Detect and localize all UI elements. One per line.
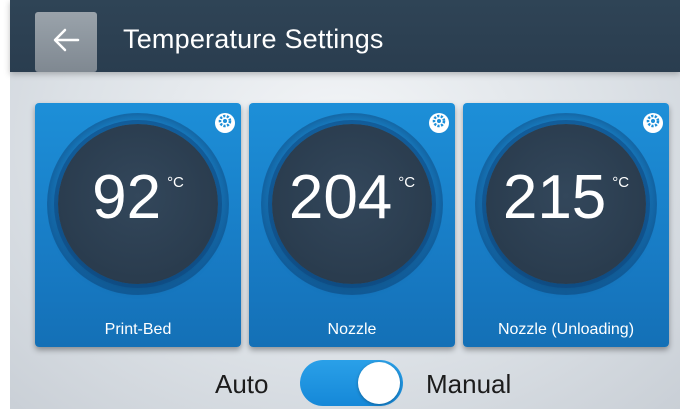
page-title: Temperature Settings xyxy=(123,24,384,54)
mode-toggle-row: Auto Manual xyxy=(0,358,680,406)
temperature-unit: °C xyxy=(612,174,630,191)
auto-manual-toggle[interactable] xyxy=(300,360,403,406)
settings-button[interactable] xyxy=(215,113,235,133)
left-frame-edge xyxy=(0,0,10,409)
temperature-value: 215 xyxy=(502,163,607,232)
gear-icon xyxy=(646,114,660,133)
card-label: Print-Bed xyxy=(104,321,172,338)
nozzle-unloading-temperature-card[interactable]: 215 °C Nozzle (Unloading) xyxy=(463,103,669,347)
auto-label: Auto xyxy=(215,369,269,399)
card-label: Nozzle (Unloading) xyxy=(497,321,635,338)
gear-icon xyxy=(432,114,446,133)
card-label: Nozzle xyxy=(327,321,377,338)
temperature-value: 92 xyxy=(92,163,162,232)
app-header: Temperature Settings xyxy=(10,0,680,72)
temperature-unit: °C xyxy=(167,174,184,191)
manual-label: Manual xyxy=(426,369,512,399)
temperature-readout: 204 °C xyxy=(249,163,455,233)
nozzle-temperature-card[interactable]: 204 °C Nozzle xyxy=(249,103,455,347)
print-bed-temperature-card[interactable]: 92 °C Print-Bed xyxy=(35,103,241,347)
gear-icon xyxy=(218,114,232,133)
temperature-readout: 215 °C xyxy=(463,163,669,233)
arrow-left-icon xyxy=(52,28,80,57)
temperature-unit: °C xyxy=(398,174,416,191)
temperature-readout: 92 °C xyxy=(35,163,241,233)
back-button[interactable] xyxy=(35,12,97,72)
toggle-knob[interactable] xyxy=(358,362,400,404)
temperature-value: 204 xyxy=(288,163,393,232)
settings-button[interactable] xyxy=(429,113,449,133)
settings-button[interactable] xyxy=(643,113,663,133)
